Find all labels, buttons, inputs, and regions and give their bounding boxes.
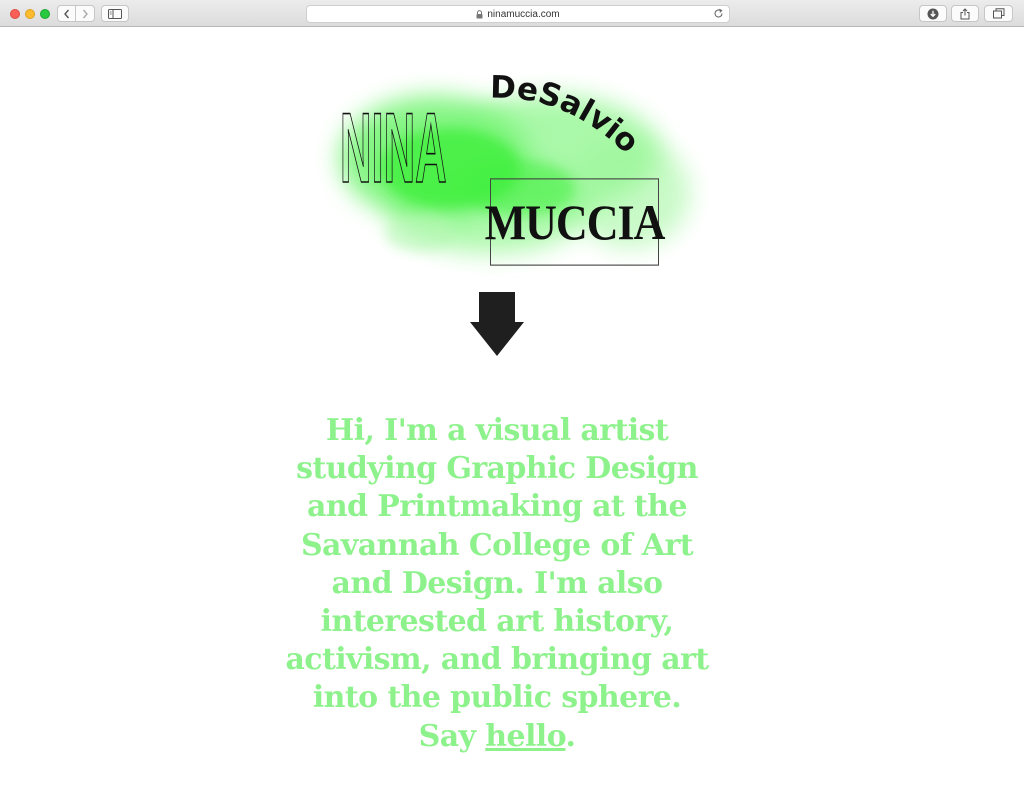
logo-last-name: MUCCIA bbox=[485, 178, 665, 266]
bio-line: studying Graphic Design bbox=[296, 451, 698, 487]
bio-line: Hi, I'm a visual artist bbox=[325, 413, 669, 448]
close-window-button[interactable] bbox=[10, 9, 20, 19]
bio-line: activism, and bringing art bbox=[285, 642, 709, 678]
bio-line-say-hello: Say hello. bbox=[262, 718, 732, 756]
bio-line: Savannah College of Art bbox=[300, 527, 694, 563]
sidebar-icon bbox=[108, 8, 122, 19]
tabs-icon bbox=[992, 8, 1004, 19]
browser-toolbar: ninamuccia.com bbox=[0, 0, 1024, 27]
bio-line: into the public sphere. bbox=[312, 680, 682, 716]
chevron-right-icon bbox=[82, 9, 88, 18]
address-bar[interactable]: ninamuccia.com bbox=[306, 5, 730, 23]
share-button[interactable] bbox=[951, 5, 979, 22]
zoom-window-button[interactable] bbox=[40, 9, 50, 19]
minimize-window-button[interactable] bbox=[25, 9, 35, 19]
down-arrow-icon bbox=[470, 292, 524, 356]
bio-line: and Printmaking at the bbox=[307, 489, 688, 525]
downloads-button[interactable] bbox=[919, 5, 947, 22]
say-suffix: . bbox=[565, 718, 576, 754]
forward-button[interactable] bbox=[75, 5, 95, 22]
url-text: ninamuccia.com bbox=[487, 8, 560, 20]
reload-icon[interactable] bbox=[713, 8, 724, 19]
show-tabs-button[interactable] bbox=[984, 5, 1013, 22]
bio-line: and Design. I'm also bbox=[331, 565, 663, 601]
logo-first-name: NINA bbox=[340, 92, 447, 203]
download-icon bbox=[927, 8, 939, 19]
chevron-left-icon bbox=[63, 9, 69, 18]
back-button[interactable] bbox=[57, 5, 76, 22]
bio-line: interested art history, bbox=[320, 604, 674, 640]
sidebar-toggle-button[interactable] bbox=[101, 5, 129, 22]
say-prefix: Say bbox=[418, 718, 476, 754]
share-icon bbox=[960, 7, 970, 19]
bio-paragraph: Hi, I'm a visual artist studying Graphic… bbox=[262, 412, 732, 756]
hello-link[interactable]: hello bbox=[485, 719, 566, 754]
lock-icon bbox=[476, 9, 483, 18]
